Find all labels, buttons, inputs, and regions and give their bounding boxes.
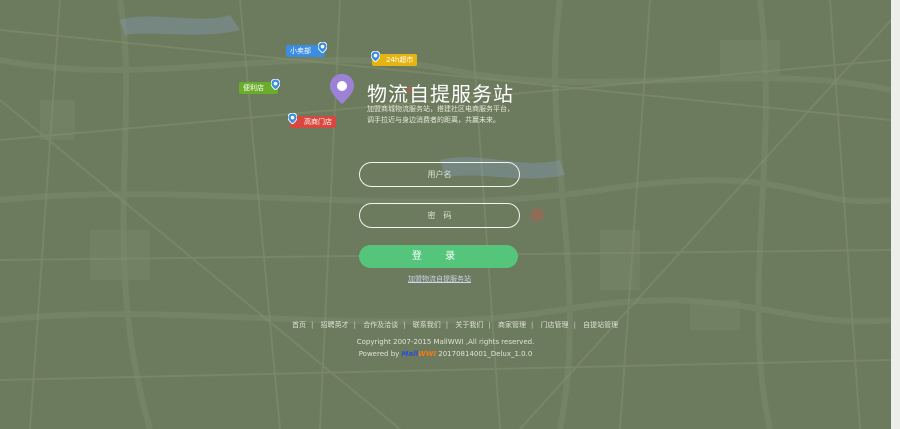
- login-page: 小卖部 24h超市 便利店 高商门店 物流自提服务站 加盟商城物流服务站，搭建社…: [0, 0, 891, 429]
- footer-separator: |: [311, 321, 314, 329]
- pin-store-text: 高商门店: [304, 118, 332, 126]
- footer-nav: 首页 | 招聘英才 | 合作及洽谈 | 联系我们 | 关于我们 | 商家管理 | 门店管理 |…: [292, 320, 618, 330]
- footer-link-cooperation[interactable]: 合作及洽谈: [363, 321, 398, 329]
- pin-shop-text: 小卖部: [290, 47, 311, 55]
- brand-logo-mall: Mall: [401, 350, 419, 358]
- page-edge-strip: [891, 0, 900, 429]
- footer-link-merchant-admin[interactable]: 商家管理: [498, 321, 526, 329]
- copyright-text: Copyright 2007-2015 MallWWI ,All rights …: [356, 338, 535, 346]
- footer-separator: |: [530, 321, 534, 329]
- powered-by-prefix: Powered by: [358, 350, 402, 358]
- footer-link-contact[interactable]: 联系我们: [413, 321, 441, 329]
- page-title: 物流自提服务站: [367, 82, 514, 106]
- footer-link-station-admin[interactable]: 自提站管理: [583, 321, 618, 329]
- pin-store-label: 高商门店: [288, 113, 336, 128]
- footer-separator: |: [488, 321, 491, 329]
- powered-by-line: Powered by MallWWI 20170814001_Delux_1.0…: [0, 350, 891, 358]
- footer-separator: |: [403, 321, 406, 329]
- map-pin-icon: [271, 79, 280, 90]
- map-pin-icon: [288, 113, 297, 124]
- join-station-link[interactable]: 加盟物流自提服务站: [408, 274, 471, 284]
- footer-link-home[interactable]: 首页: [292, 321, 306, 329]
- location-pin-logo-icon: [330, 74, 354, 104]
- pin-convenience-text: 便利店: [243, 84, 264, 92]
- username-input[interactable]: [359, 162, 520, 187]
- pin-supermarket-text: 24h超市: [386, 56, 414, 64]
- footer-separator: |: [353, 321, 356, 329]
- footer-link-store-admin[interactable]: 门店管理: [541, 321, 569, 329]
- brand-logo-wwi: WWI: [418, 350, 437, 358]
- login-button[interactable]: 登 录: [359, 245, 518, 268]
- page-description: 加盟商城物流服务站，搭建社区电商服务平台，调手拉近与身边消费者的距离，共赢未来。: [367, 105, 514, 124]
- footer-separator: |: [445, 321, 449, 329]
- pin-supermarket-label: 24h超市: [371, 51, 418, 66]
- password-input[interactable]: [359, 203, 520, 228]
- pin-shop-label: 小卖部: [286, 42, 327, 57]
- map-pin-icon: [371, 51, 380, 62]
- version-text: 20170814001_Delux_1.0.0: [436, 350, 533, 358]
- footer-separator: |: [573, 321, 576, 329]
- footer-link-careers[interactable]: 招聘英才: [321, 321, 349, 329]
- pin-convenience-label: 便利店: [239, 79, 280, 94]
- map-pin-icon: [318, 42, 327, 53]
- footer-link-about[interactable]: 关于我们: [455, 321, 483, 329]
